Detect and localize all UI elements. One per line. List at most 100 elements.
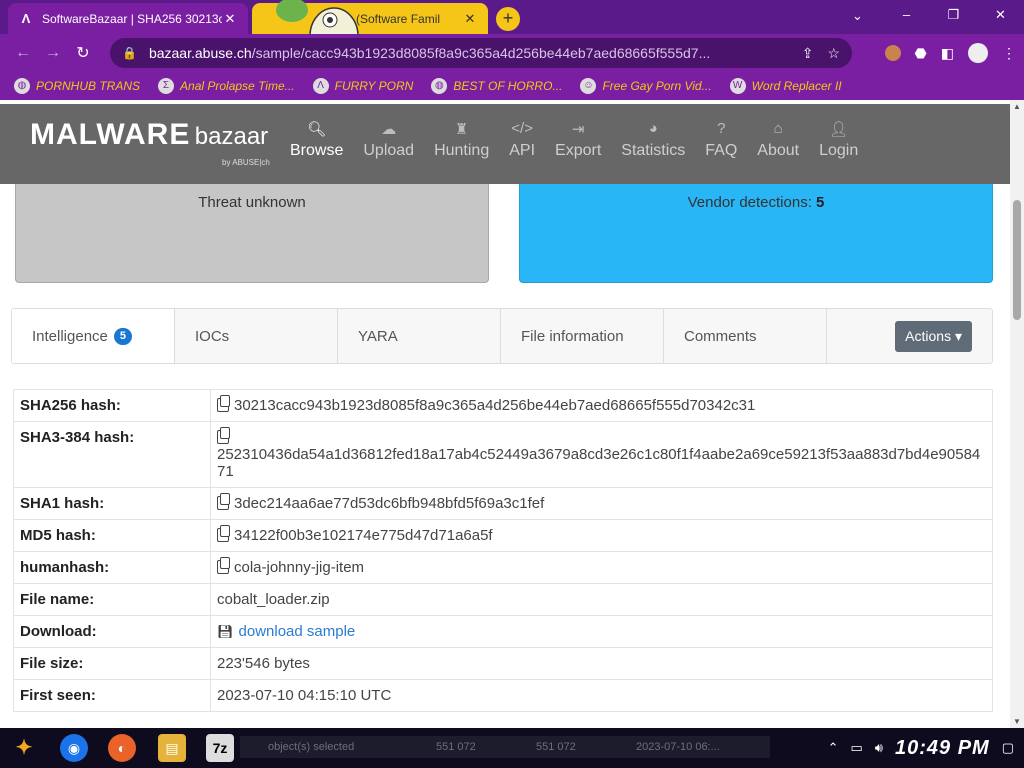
table-row: File size: 223'546 bytes	[13, 647, 993, 680]
chrome-taskbar-icon[interactable]: ◉	[60, 734, 88, 762]
taskbar-clock[interactable]: 10:49 PM	[895, 737, 990, 760]
intelligence-count-badge: 5	[113, 327, 132, 345]
scrollbar-thumb[interactable]	[1013, 200, 1021, 320]
network-icon[interactable]: ▭	[850, 740, 862, 756]
bookmark-icon: Σ	[158, 78, 175, 94]
nav-login[interactable]: 👤︎ Login	[819, 120, 858, 160]
tab-title: SoftwareBazaar | SHA256 30213cacc943b192…	[42, 11, 222, 26]
copy-icon[interactable]	[217, 557, 230, 574]
reload-icon[interactable]: ↻	[68, 43, 98, 63]
bookmark-item[interactable]: ☺ Free Gay Porn Vid...	[580, 78, 712, 94]
tab-iocs[interactable]: IOCs	[175, 309, 338, 363]
side-panel-icon[interactable]: ◧	[941, 45, 954, 62]
browser-toolbar: ← → ↻ 🔒 bazaar.abuse.ch/sample/cacc943b1…	[0, 34, 1024, 72]
bookmark-item[interactable]: ◍ PORNHUB TRANS	[14, 78, 140, 94]
table-row: Download: 💾︎ download sample	[13, 615, 993, 648]
profile-avatar-icon[interactable]	[968, 43, 988, 63]
cloud-upload-icon: ☁	[381, 121, 397, 138]
nav-faq[interactable]: ? FAQ	[705, 120, 737, 160]
malwarebazaar-logo[interactable]: MALWARE bazaar by ABUSE|ch	[30, 118, 270, 167]
alien-icon: ☺	[580, 78, 597, 94]
bookmark-item[interactable]: Λ FURRY PORN	[312, 78, 413, 94]
chevron-up-icon[interactable]: ⌃	[828, 740, 839, 756]
page-scrollbar[interactable]: ▲ ▼	[1010, 100, 1024, 728]
bookmark-star-icon[interactable]: ☆	[827, 45, 840, 62]
copy-icon[interactable]	[217, 427, 230, 444]
detail-tabs: Intelligence 5 IOCs YARA File information…	[11, 308, 993, 364]
malwarebazaar-favicon-icon: Λ	[21, 11, 31, 26]
castle-icon: ♜	[454, 121, 469, 138]
copy-icon[interactable]	[217, 525, 230, 542]
minimize-button[interactable]: –	[883, 0, 930, 30]
search-icon: 🔍︎	[307, 121, 327, 138]
nav-upload[interactable]: ☁ Upload	[363, 120, 414, 160]
url-host: bazaar.abuse.ch	[148, 45, 252, 61]
browser-tab-active[interactable]: Λ SoftwareBazaar | SHA256 30213cacc943b1…	[8, 3, 248, 34]
file-explorer-taskbar-icon[interactable]: ▤	[158, 734, 186, 762]
maximize-button[interactable]: ❐	[930, 0, 977, 30]
back-arrow-icon[interactable]: ←	[8, 44, 38, 62]
nav-about[interactable]: ⌂ About	[757, 120, 799, 160]
table-row: File name: cobalt_loader.zip	[13, 583, 993, 616]
nav-export[interactable]: ⇥ Export	[555, 120, 601, 160]
volume-icon[interactable]: 🔊︎	[875, 740, 883, 756]
nav-hunting[interactable]: ♜ Hunting	[434, 120, 489, 160]
globe-icon: ◍	[14, 78, 30, 94]
start-button[interactable]: ✦	[4, 732, 44, 764]
web-page: MALWARE bazaar by ABUSE|ch 🔍︎ Browse ☁ Upl…	[0, 100, 1010, 728]
lock-icon: 🔒	[122, 46, 137, 60]
menu-kebab-icon[interactable]: ⋮	[1002, 45, 1016, 62]
close-window-button[interactable]: ✕	[977, 0, 1024, 30]
address-bar[interactable]: 🔒 bazaar.abuse.ch/sample/cacc943b1923d80…	[110, 38, 852, 68]
table-row: First seen: 2023-07-10 04:15:10 UTC	[13, 679, 993, 712]
copy-icon[interactable]	[217, 395, 230, 412]
new-tab-button[interactable]: +	[496, 7, 520, 31]
site-nav-items: 🔍︎ Browse ☁ Upload ♜ Hunting </> API ⇥ Export…	[280, 120, 868, 160]
tab-search-chevron-icon[interactable]: ⌄	[852, 8, 863, 24]
forward-arrow-icon[interactable]: →	[38, 44, 68, 62]
close-tab-icon[interactable]: ✕	[462, 11, 478, 27]
tab-yara[interactable]: YARA	[338, 309, 501, 363]
export-icon: ⇥	[571, 121, 585, 138]
sample-info-table: SHA256 hash: 30213cacc943b1923d8085f8a9c3…	[13, 389, 993, 712]
notifications-icon[interactable]: ▢	[1002, 740, 1014, 756]
scroll-down-arrow-icon[interactable]: ▼	[1010, 717, 1024, 726]
extension-avatar-icon[interactable]	[884, 45, 901, 61]
actions-dropdown-button[interactable]: Actions ▾	[895, 321, 972, 352]
bookmark-item[interactable]: W Word Replacer II	[729, 78, 842, 94]
tab-comments[interactable]: Comments	[664, 309, 827, 363]
building-icon: ⌂	[773, 120, 783, 137]
threat-card: Threat unknown	[15, 184, 489, 283]
table-row: SHA3-384 hash: 252310436da54a1d36812fed18…	[13, 421, 993, 488]
firefox-taskbar-icon[interactable]: ◐	[108, 734, 136, 762]
nav-browse[interactable]: 🔍︎ Browse	[290, 120, 343, 160]
bookmark-item[interactable]: Σ Anal Prolapse Time...	[158, 78, 295, 94]
extensions-puzzle-icon[interactable]: ⬣	[915, 45, 927, 62]
globe-icon: ◍	[431, 78, 448, 94]
bookmarks-bar: ◍ PORNHUB TRANS Σ Anal Prolapse Time... ΛF…	[0, 72, 1024, 100]
scroll-up-arrow-icon[interactable]: ▲	[1010, 102, 1024, 111]
table-row: MD5 hash: 34122f00b3e102174e775d47d71a6a5…	[13, 519, 993, 552]
nav-api[interactable]: </> API	[509, 120, 535, 160]
site-navbar: MALWARE bazaar by ABUSE|ch 🔍︎ Browse ☁ Upl…	[0, 104, 1010, 184]
table-row: SHA256 hash: 30213cacc943b1923d8085f8a9c3…	[13, 389, 993, 422]
url-path: /sample/	[251, 45, 305, 61]
close-tab-icon[interactable]: ✕	[222, 11, 238, 27]
code-icon: </>	[511, 120, 533, 137]
tab-file-information[interactable]: File information	[501, 309, 664, 363]
pie-chart-icon: ◕	[648, 120, 658, 137]
download-sample-link[interactable]: download sample	[239, 623, 356, 640]
floppy-disk-icon: 💾︎	[217, 624, 234, 639]
nav-statistics[interactable]: ◕ Statistics	[621, 120, 685, 160]
tab-intelligence[interactable]: Intelligence 5	[12, 309, 175, 363]
caret-down-icon: ▾	[954, 328, 962, 344]
copy-icon[interactable]	[217, 493, 230, 510]
table-row: humanhash: cola-johnny-jig-item	[13, 551, 993, 584]
share-icon[interactable]: ⇪	[802, 45, 814, 62]
bookmark-item[interactable]: ◍ BEST OF HORRO...	[431, 78, 562, 94]
7zip-taskbar-icon[interactable]: 7z	[206, 734, 234, 762]
question-icon: ?	[717, 120, 726, 137]
system-tray: ⌃ ▭ 🔊︎ 10:49 PM ▢	[828, 728, 1014, 768]
threat-text: Threat unknown	[198, 194, 306, 211]
url-path-tail: cacc943b1923d8085f8a9c365a4d256be44eb7ae…	[304, 45, 711, 61]
